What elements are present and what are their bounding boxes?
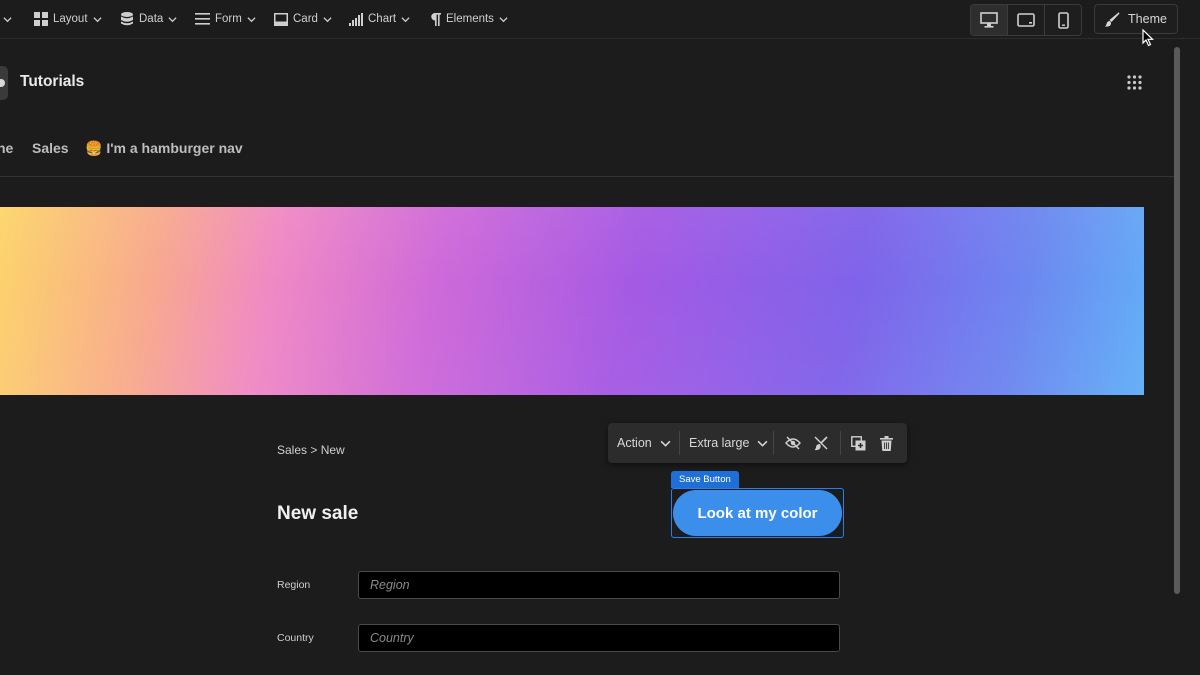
card-menu[interactable]: Card	[274, 0, 332, 38]
data-menu-label: Data	[139, 13, 164, 25]
overflow-chevron-icon[interactable]	[3, 0, 12, 38]
tablet-view-button[interactable]	[1008, 5, 1045, 35]
breadcrumb: Sales > New	[277, 443, 345, 457]
card-icon	[274, 12, 288, 26]
theme-button[interactable]: Theme	[1094, 4, 1178, 34]
chevron-down-icon	[247, 16, 256, 22]
page-title: New sale	[277, 503, 359, 524]
pilcrow-icon	[431, 12, 441, 26]
database-icon	[121, 12, 133, 26]
eye-off-icon	[785, 436, 801, 450]
paintbrush-icon	[1105, 11, 1120, 27]
chart-menu-label: Chart	[368, 13, 397, 25]
app-header: Tutorials	[0, 47, 1175, 119]
duplicate-button[interactable]	[851, 423, 866, 463]
region-input[interactable]	[358, 571, 840, 599]
data-menu[interactable]: Data	[120, 0, 177, 38]
chevron-down-icon	[758, 440, 768, 447]
chevron-down-icon	[660, 440, 671, 447]
app-logo[interactable]	[0, 66, 8, 100]
layout-grid-icon	[34, 12, 48, 26]
desktop-view-button[interactable]	[971, 5, 1008, 35]
size-dropdown-label: Extra large	[689, 436, 750, 450]
form-menu-label: Form	[215, 13, 242, 25]
style-off-button[interactable]	[813, 423, 829, 463]
layout-menu[interactable]: Layout	[34, 0, 102, 38]
action-dropdown-label: Action	[617, 436, 652, 450]
country-label: Country	[277, 632, 314, 644]
region-label: Region	[277, 579, 311, 591]
chevron-down-icon	[499, 16, 508, 22]
tablet-icon	[1017, 13, 1035, 27]
chevron-down-icon	[92, 16, 102, 22]
toolbar-divider	[773, 431, 774, 455]
nav-link-sales[interactable]: Sales	[32, 140, 69, 156]
gradient-banner-image	[0, 207, 1144, 395]
layout-menu-label: Layout	[53, 13, 88, 25]
app-title: Tutorials	[20, 73, 85, 90]
selected-component-tag: Save Button	[671, 471, 739, 488]
mobile-view-button[interactable]	[1045, 5, 1081, 35]
apps-grid-icon[interactable]	[1127, 75, 1142, 90]
hide-button[interactable]	[785, 423, 801, 463]
form-menu[interactable]: Form	[195, 0, 256, 38]
elements-menu[interactable]: Elements	[430, 0, 508, 38]
page-scrollbar[interactable]	[1174, 47, 1180, 594]
size-dropdown[interactable]: Extra large	[689, 423, 768, 463]
chevron-down-icon	[168, 16, 177, 22]
toolbar-divider	[840, 431, 841, 455]
elements-menu-label: Elements	[446, 13, 494, 25]
duplicate-icon	[851, 435, 866, 450]
action-dropdown[interactable]: Action	[617, 423, 671, 463]
card-menu-label: Card	[293, 13, 318, 25]
desktop-icon	[980, 12, 998, 28]
country-input[interactable]	[358, 624, 840, 652]
builder-toolbar: Layout Data Form Card Chart Elements The…	[0, 0, 1200, 39]
chevron-down-icon	[323, 16, 332, 22]
delete-button[interactable]	[880, 423, 893, 463]
nav-link-hamburger[interactable]: 🍔 I'm a hamburger nav	[85, 140, 243, 157]
brush-off-icon	[814, 436, 828, 451]
bar-chart-icon	[349, 12, 363, 26]
component-edit-toolbar: Action Extra large	[608, 423, 907, 463]
look-at-my-color-button[interactable]: Look at my color	[673, 490, 842, 536]
chevron-down-icon	[401, 16, 410, 22]
device-preview-switcher	[970, 4, 1082, 36]
mouse-cursor-icon	[1142, 29, 1154, 47]
theme-button-label: Theme	[1128, 12, 1167, 26]
form-icon	[195, 13, 210, 25]
mobile-icon	[1057, 11, 1069, 29]
chart-menu[interactable]: Chart	[349, 0, 410, 38]
toolbar-divider	[679, 431, 680, 455]
trash-icon	[880, 435, 893, 451]
app-nav: ne Sales 🍔 I'm a hamburger nav	[0, 119, 1175, 177]
nav-link-home[interactable]: ne	[0, 140, 13, 156]
